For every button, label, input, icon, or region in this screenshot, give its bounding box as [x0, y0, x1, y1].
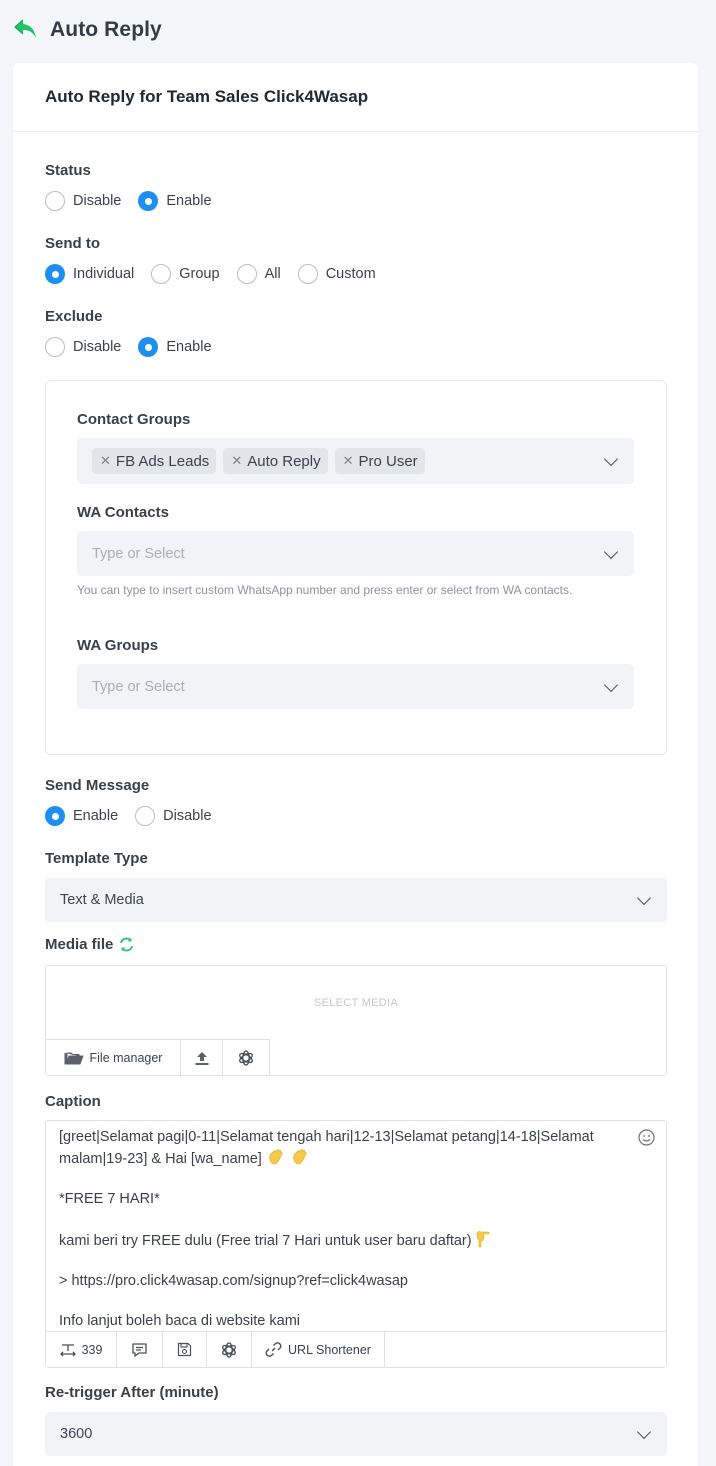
send-to-group-radio[interactable]: Group [151, 264, 220, 284]
template-type-label: Template Type [45, 850, 148, 867]
upload-button[interactable] [181, 1040, 223, 1075]
radio-circle[interactable] [45, 191, 65, 211]
reply-arrow-icon[interactable] [13, 18, 39, 42]
caption-line-3: kami beri try FREE dulu (Free trial 7 Ha… [59, 1229, 636, 1251]
tag-pro-user: ✕ Pro User [334, 448, 425, 474]
remove-tag-icon[interactable]: ✕ [100, 453, 111, 469]
caption-label: Caption [45, 1093, 101, 1110]
auto-reply-card: Auto Reply for Team Sales Click4Wasap St… [13, 63, 698, 1466]
file-manager-button[interactable]: File manager [46, 1040, 181, 1075]
retrigger-value: 3600 [60, 1426, 93, 1442]
template-type-value: Text & Media [60, 892, 144, 908]
radio-circle[interactable] [135, 806, 156, 826]
caption-editor[interactable]: [greet|Selamat pagi|0-11|Selamat tengah … [45, 1120, 667, 1368]
send-message-enable-radio[interactable]: Enable [45, 806, 118, 826]
contact-groups-label: Contact Groups [77, 411, 191, 428]
status-enable-radio[interactable]: Enable [138, 191, 212, 211]
media-file-label-row: Media file [45, 936, 135, 953]
text-count-icon [59, 1343, 76, 1356]
openai-icon [239, 1049, 253, 1066]
message-icon [132, 1342, 147, 1357]
chevron-down-icon[interactable] [636, 890, 652, 906]
char-count-button[interactable]: 339 [46, 1332, 117, 1367]
ai-generate-button[interactable] [223, 1040, 270, 1075]
radio-circle[interactable] [138, 191, 159, 211]
exclude-radio-group: Disable Enable [45, 336, 229, 358]
media-toolbar: File manager [46, 1039, 270, 1075]
caption-text[interactable]: [greet|Selamat pagi|0-11|Selamat tengah … [59, 1127, 636, 1331]
send-message-label: Send Message [45, 777, 150, 794]
media-box: SELECT MEDIA File manager [45, 965, 667, 1076]
wa-contacts-hint: You can type to insert custom WhatsApp n… [77, 583, 573, 597]
upload-icon [195, 1051, 208, 1065]
status-disable-radio[interactable]: Disable [45, 191, 121, 211]
send-message-radio-group: Enable Disable [45, 805, 229, 827]
save-icon [177, 1342, 192, 1357]
tag-fb-ads-leads: ✕ FB Ads Leads [92, 448, 217, 474]
remove-tag-icon[interactable]: ✕ [231, 453, 242, 469]
comment-button[interactable] [117, 1332, 163, 1367]
template-type-select[interactable]: Text & Media [45, 878, 667, 922]
retrigger-select[interactable]: 3600 [45, 1412, 667, 1456]
chevron-down-icon[interactable] [603, 544, 619, 559]
radio-circle[interactable] [297, 264, 318, 284]
send-message-disable-radio[interactable]: Disable [135, 806, 212, 826]
caption-line-1: [greet|Selamat pagi|0-11|Selamat tengah … [59, 1129, 594, 1167]
exclude-disable-radio[interactable]: Disable [45, 337, 121, 357]
ai-caption-button[interactable] [207, 1332, 252, 1367]
media-file-label: Media file [45, 936, 114, 953]
radio-circle[interactable] [236, 264, 257, 284]
send-to-all-radio[interactable]: All [236, 264, 281, 284]
caption-toolbar: 339 URL Shortener [46, 1331, 666, 1367]
wa-groups-select[interactable]: Type or Select [77, 664, 634, 709]
radio-circle[interactable] [138, 337, 159, 357]
waving-hand-emoji-icon [269, 1149, 283, 1165]
url-shortener-button[interactable]: URL Shortener [252, 1332, 385, 1367]
openai-icon [222, 1341, 236, 1358]
card-title: Auto Reply for Team Sales Click4Wasap [45, 87, 369, 106]
select-media-button[interactable]: SELECT MEDIA [46, 966, 666, 1040]
radio-circle[interactable] [45, 337, 65, 357]
link-icon [265, 1342, 282, 1357]
send-to-radio-group: Individual Group All Custom [45, 263, 393, 285]
card-header: Auto Reply for Team Sales Click4Wasap [13, 63, 698, 132]
pointing-down-emoji-icon [476, 1231, 490, 1248]
wa-contacts-select[interactable]: Type or Select [77, 531, 634, 576]
chevron-down-icon[interactable] [603, 677, 619, 692]
remove-tag-icon[interactable]: ✕ [343, 453, 354, 469]
contact-groups-tags: ✕ FB Ads Leads ✕ Auto Reply ✕ Pro User [77, 448, 432, 474]
radio-circle[interactable] [45, 806, 65, 826]
caption-line-2: *FREE 7 HARI* [59, 1191, 160, 1207]
wa-groups-placeholder: Type or Select [92, 678, 185, 695]
tag-auto-reply: ✕ Auto Reply [223, 448, 328, 474]
refresh-icon[interactable] [118, 936, 135, 953]
send-to-label: Send to [45, 235, 100, 252]
folder-open-icon [64, 1052, 84, 1064]
send-to-custom-radio[interactable]: Custom [297, 264, 376, 284]
chevron-down-icon[interactable] [603, 451, 619, 467]
radio-circle[interactable] [151, 264, 172, 284]
wa-groups-label: WA Groups [77, 637, 159, 654]
exclude-label: Exclude [45, 308, 103, 325]
exclude-panel: Contact Groups ✕ FB Ads Leads ✕ Auto Reply… [45, 380, 667, 755]
wa-contacts-placeholder: Type or Select [92, 545, 185, 562]
caption-line-5: Info lanjut boleh baca di website kami [59, 1313, 301, 1329]
emoji-picker-icon[interactable] [638, 1129, 655, 1146]
wa-contacts-label: WA Contacts [77, 504, 169, 521]
status-label: Status [45, 162, 91, 179]
waving-hand-emoji-icon [293, 1149, 307, 1165]
page-header: Auto Reply [13, 15, 162, 45]
save-template-button[interactable] [163, 1332, 207, 1367]
page-title: Auto Reply [50, 18, 162, 41]
send-to-individual-radio[interactable]: Individual [45, 264, 134, 284]
contact-groups-select[interactable]: ✕ FB Ads Leads ✕ Auto Reply ✕ Pro User [77, 438, 634, 484]
chevron-down-icon[interactable] [636, 1424, 652, 1440]
caption-line-4: > https://pro.click4wasap.com/signup?ref… [59, 1273, 408, 1289]
radio-circle[interactable] [45, 264, 65, 284]
exclude-enable-radio[interactable]: Enable [138, 337, 212, 357]
retrigger-label: Re-trigger After (minute) [45, 1384, 219, 1401]
status-radio-group: Disable Enable [45, 190, 229, 212]
